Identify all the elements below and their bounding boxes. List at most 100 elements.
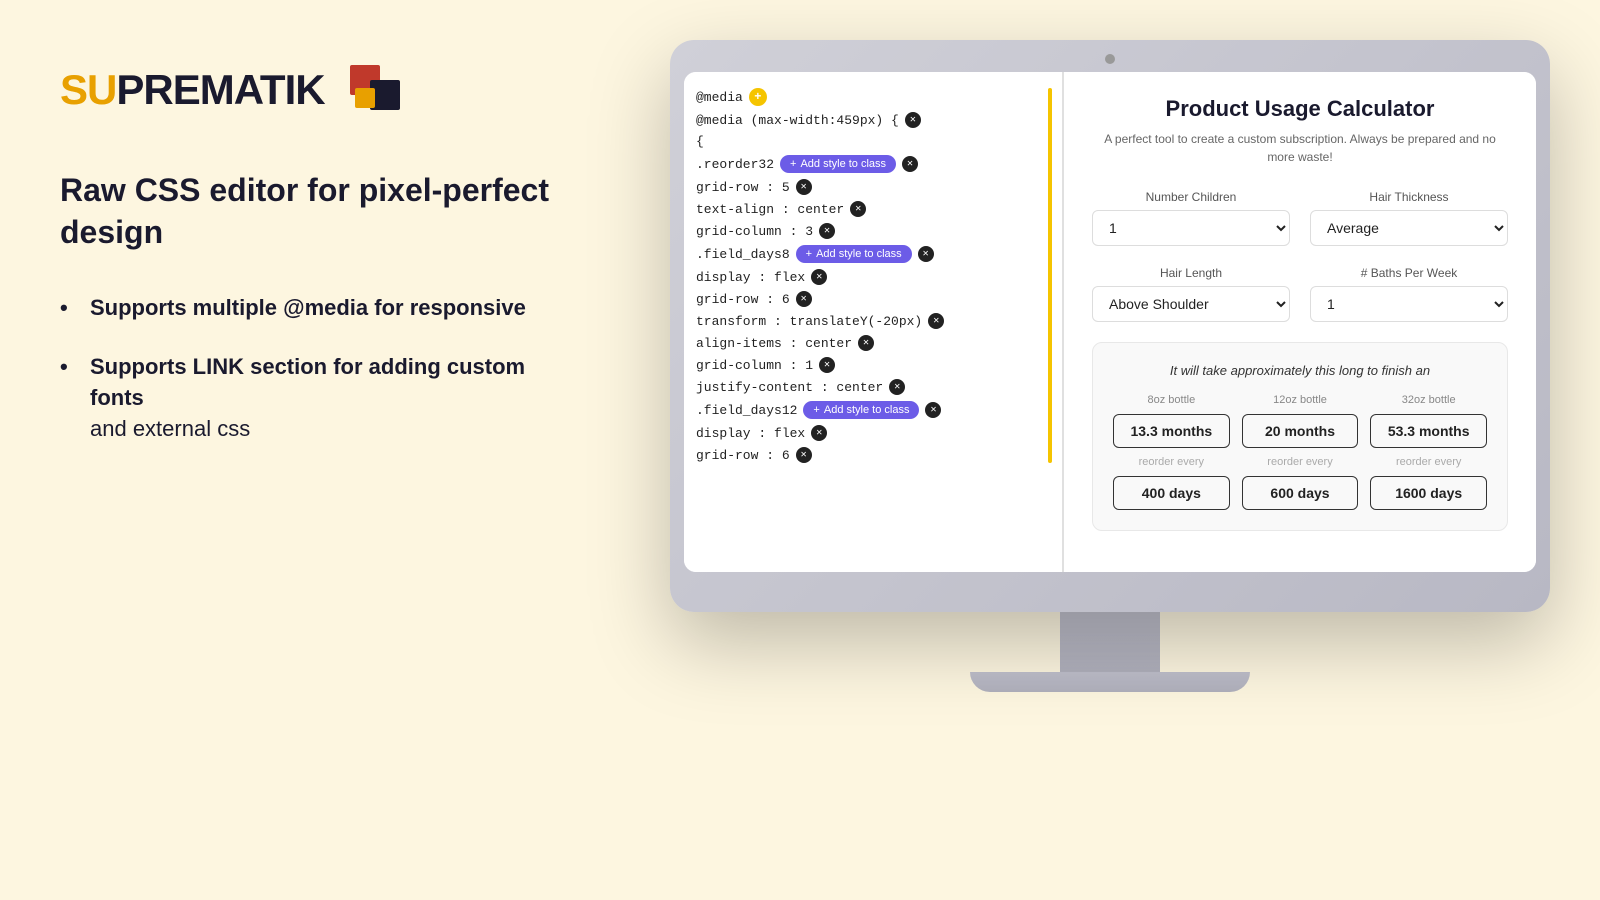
select-length[interactable]: Short Above Shoulder Shoulder Long	[1092, 286, 1290, 322]
monitor-stand	[670, 612, 1550, 692]
bottle-col-12oz: 12oz bottle 20 months reorder every 600 …	[1242, 394, 1359, 510]
reorder-days-8oz: 400 days	[1113, 476, 1230, 510]
css-line-8: .field_days8 + Add style to class ✕	[696, 245, 1050, 263]
css-line-5: grid-row : 5 ✕	[696, 179, 1050, 195]
bullet-list: Supports multiple @media for responsive …	[60, 293, 560, 444]
css-text-16: display : flex	[696, 426, 805, 441]
css-line-17: grid-row : 6 ✕	[696, 447, 1050, 463]
close-btn-14[interactable]: ✕	[889, 379, 905, 395]
logo-area: SUPREMATIK	[60, 60, 560, 120]
main-heading: Raw CSS editor for pixel-perfect design	[60, 170, 560, 253]
css-line-9: display : flex ✕	[696, 269, 1050, 285]
reorder-days-12oz: 600 days	[1242, 476, 1359, 510]
css-text-11: transform : translateY(-20px)	[696, 314, 922, 329]
label-children: Number Children	[1092, 190, 1290, 204]
css-line-1: @media +	[696, 88, 1050, 106]
monitor-wrapper: @media + @media (max-width:459px) { ✕ { …	[670, 40, 1550, 692]
css-text-8: .field_days8	[696, 247, 790, 262]
bottle-col-8oz: 8oz bottle 13.3 months reorder every 400…	[1113, 394, 1230, 510]
logo-text: SUPREMATIK	[60, 66, 325, 114]
calc-field-thickness: Hair Thickness Thin Average Thick	[1310, 190, 1508, 246]
css-line-6: text-align : center ✕	[696, 201, 1050, 217]
monitor-dot	[1105, 54, 1115, 64]
close-btn-9[interactable]: ✕	[811, 269, 827, 285]
css-text-15: .field_days12	[696, 403, 797, 418]
css-line-3: {	[696, 134, 1050, 149]
bottle-label-12oz: 12oz bottle	[1273, 394, 1327, 406]
close-btn-11[interactable]: ✕	[928, 313, 944, 329]
css-line-2: @media (max-width:459px) { ✕	[696, 112, 1050, 128]
logo-su: SU	[60, 66, 116, 113]
bottle-label-32oz: 32oz bottle	[1402, 394, 1456, 406]
logo-rest: PREMATIK	[116, 66, 324, 113]
close-btn-4[interactable]: ✕	[902, 156, 918, 172]
label-baths: # Baths Per Week	[1310, 266, 1508, 280]
css-line-15: .field_days12 + Add style to class ✕	[696, 401, 1050, 419]
yellow-divider	[1048, 88, 1052, 463]
css-line-7: grid-column : 3 ✕	[696, 223, 1050, 239]
calc-title: Product Usage Calculator	[1092, 96, 1508, 122]
reorder-label-8oz: reorder every	[1139, 456, 1204, 468]
plus-icon-2: +	[806, 248, 812, 260]
add-style-btn-field-days8[interactable]: + Add style to class	[796, 245, 912, 263]
bullet-item-1: Supports multiple @media for responsive	[60, 293, 560, 324]
stand-neck	[1060, 612, 1160, 672]
plus-icon: +	[790, 158, 796, 170]
select-thickness[interactable]: Thin Average Thick	[1310, 210, 1508, 246]
css-text-2: @media (max-width:459px) {	[696, 113, 899, 128]
css-text-12: align-items : center	[696, 336, 852, 351]
bullet-item-2: Supports LINK section for adding custom …	[60, 352, 560, 444]
close-btn-2[interactable]: ✕	[905, 112, 921, 128]
add-style-btn-reorder32[interactable]: + Add style to class	[780, 155, 896, 173]
close-btn-17[interactable]: ✕	[796, 447, 812, 463]
calc-row-2: Hair Length Short Above Shoulder Shoulde…	[1092, 266, 1508, 322]
css-line-10: grid-row : 6 ✕	[696, 291, 1050, 307]
css-text-14: justify-content : center	[696, 380, 883, 395]
css-text-10: grid-row : 6	[696, 292, 790, 307]
css-text-3: {	[696, 134, 704, 149]
reorder-label-32oz: reorder every	[1396, 456, 1461, 468]
left-panel: SUPREMATIK Raw CSS editor for pixel-perf…	[60, 60, 560, 472]
label-length: Hair Length	[1092, 266, 1290, 280]
css-text-7: grid-column : 3	[696, 224, 813, 239]
css-text-13: grid-column : 1	[696, 358, 813, 373]
css-line-14: justify-content : center ✕	[696, 379, 1050, 395]
css-line-16: display : flex ✕	[696, 425, 1050, 441]
css-line-11: transform : translateY(-20px) ✕	[696, 313, 1050, 329]
close-btn-7[interactable]: ✕	[819, 223, 835, 239]
calc-result-desc: It will take approximately this long to …	[1113, 363, 1487, 378]
close-btn-15[interactable]: ✕	[925, 402, 941, 418]
monitor-screen: @media + @media (max-width:459px) { ✕ { …	[684, 72, 1536, 572]
calc-row-1: Number Children 1 2 3 Hair Thickness Thi…	[1092, 190, 1508, 246]
bottle-value-8oz: 13.3 months	[1113, 414, 1230, 448]
calc-subtitle: A perfect tool to create a custom subscr…	[1092, 130, 1508, 166]
select-children[interactable]: 1 2 3	[1092, 210, 1290, 246]
plus-icon-3: +	[813, 404, 819, 416]
calc-result-box: It will take approximately this long to …	[1092, 342, 1508, 531]
css-text-4: .reorder32	[696, 157, 774, 172]
css-text-9: display : flex	[696, 270, 805, 285]
select-baths[interactable]: 1 2 3	[1310, 286, 1508, 322]
logo-icon	[345, 60, 405, 120]
close-btn-8[interactable]: ✕	[918, 246, 934, 262]
calc-field-children: Number Children 1 2 3	[1092, 190, 1290, 246]
reorder-label-12oz: reorder every	[1267, 456, 1332, 468]
close-btn-16[interactable]: ✕	[811, 425, 827, 441]
close-btn-6[interactable]: ✕	[850, 201, 866, 217]
calculator-pane: Product Usage Calculator A perfect tool …	[1064, 72, 1536, 572]
close-btn-13[interactable]: ✕	[819, 357, 835, 373]
close-btn-12[interactable]: ✕	[858, 335, 874, 351]
css-editor: @media + @media (max-width:459px) { ✕ { …	[684, 72, 1064, 572]
close-btn-10[interactable]: ✕	[796, 291, 812, 307]
close-btn-5[interactable]: ✕	[796, 179, 812, 195]
calc-field-length: Hair Length Short Above Shoulder Shoulde…	[1092, 266, 1290, 322]
media-badge[interactable]: +	[749, 88, 767, 106]
bottle-value-12oz: 20 months	[1242, 414, 1359, 448]
bottle-label-8oz: 8oz bottle	[1147, 394, 1195, 406]
css-text-5: grid-row : 5	[696, 180, 790, 195]
css-text-17: grid-row : 6	[696, 448, 790, 463]
css-line-12: align-items : center ✕	[696, 335, 1050, 351]
bottle-value-32oz: 53.3 months	[1370, 414, 1487, 448]
css-text-1: @media	[696, 90, 743, 105]
add-style-btn-field-days12[interactable]: + Add style to class	[803, 401, 919, 419]
